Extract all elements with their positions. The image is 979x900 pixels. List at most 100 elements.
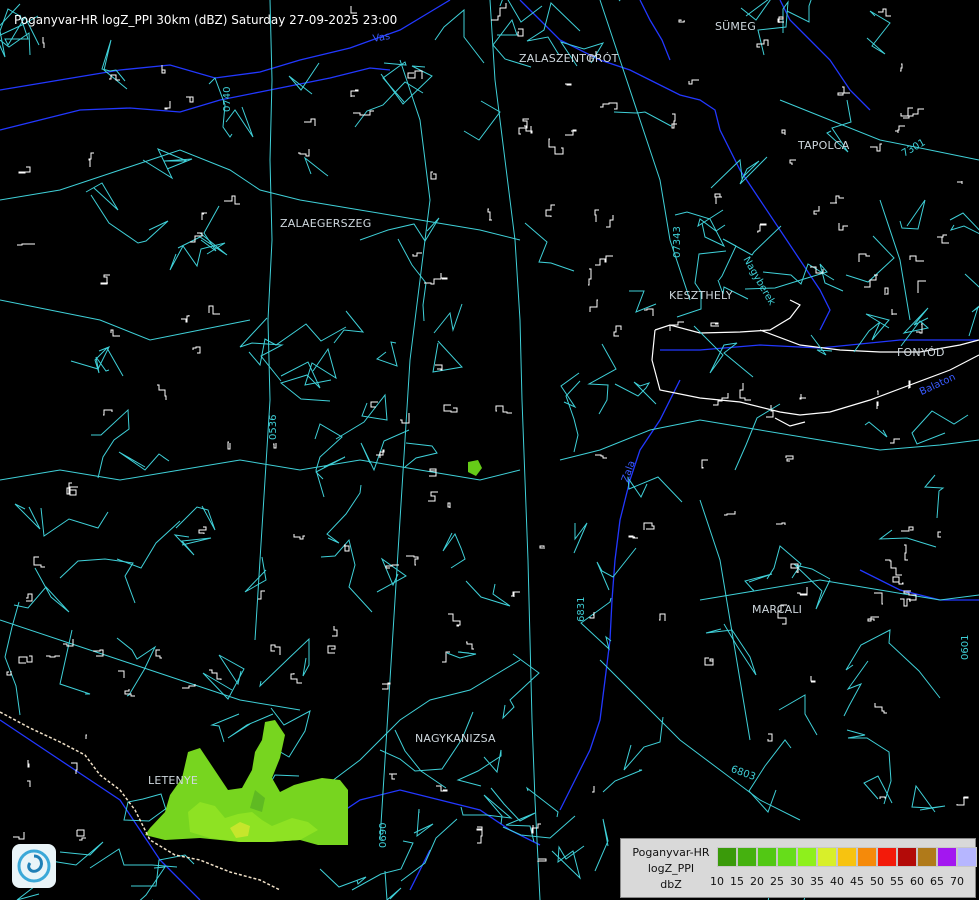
settlement-outline bbox=[198, 526, 207, 534]
settlement-outline bbox=[435, 364, 443, 371]
legend-swatch-25 bbox=[777, 847, 797, 867]
settlement-outline bbox=[100, 274, 110, 285]
color-scale-legend: Poganyvar-HR logZ_PPI dbZ 10 15 20 25 30 35 40… bbox=[620, 838, 977, 898]
minor-road bbox=[846, 729, 892, 805]
settlement-outline bbox=[155, 649, 162, 659]
legend-tick-25: 25 bbox=[770, 875, 784, 888]
settlement-outline bbox=[224, 195, 240, 205]
town-label-letenye: LETENYE bbox=[148, 774, 199, 787]
settlement-outline bbox=[901, 526, 914, 532]
minor-road bbox=[351, 840, 414, 891]
road-label-6831: 6831 bbox=[576, 596, 587, 622]
minor-road bbox=[376, 557, 407, 593]
legend-tick-15: 15 bbox=[730, 875, 744, 888]
minor-road bbox=[923, 474, 945, 519]
minor-road bbox=[878, 529, 937, 548]
settlement-outline bbox=[813, 206, 820, 215]
settlement-outline bbox=[701, 459, 708, 469]
minor-road bbox=[13, 567, 70, 613]
minor-road bbox=[853, 313, 890, 353]
minor-road bbox=[239, 317, 284, 382]
settlement-outline bbox=[201, 212, 207, 220]
settlement-outline bbox=[270, 644, 281, 655]
settlement-outline bbox=[885, 559, 902, 576]
settlement-outline bbox=[327, 645, 336, 654]
settlement-outline bbox=[412, 252, 422, 257]
road-segment bbox=[879, 199, 911, 321]
legend-tick-70: 70 bbox=[950, 875, 964, 888]
lake-balaton-outline bbox=[651, 299, 979, 427]
legend-swatch-20 bbox=[757, 847, 777, 867]
legend-swatch-50 bbox=[877, 847, 897, 867]
minor-road bbox=[380, 65, 433, 105]
settlement-outline bbox=[891, 309, 897, 315]
road-segment bbox=[559, 419, 979, 461]
minor-road bbox=[502, 815, 576, 839]
legend-tick-30: 30 bbox=[790, 875, 804, 888]
settlement-outline bbox=[103, 409, 113, 416]
settlement-outline bbox=[767, 733, 773, 742]
settlement-outline bbox=[876, 401, 879, 409]
minor-road bbox=[490, 787, 536, 843]
legend-swatch-15 bbox=[737, 847, 757, 867]
settlement-outline bbox=[110, 329, 120, 337]
settlement-outline bbox=[18, 166, 31, 174]
minor-road bbox=[573, 522, 588, 554]
settlement-outline bbox=[436, 785, 448, 792]
settlement-outline bbox=[18, 655, 33, 664]
minor-road bbox=[173, 534, 212, 556]
road-segment bbox=[0, 459, 521, 481]
minor-road bbox=[116, 520, 181, 569]
town-label-zalaszentgrot: ZALASZENTGRÓT bbox=[519, 52, 619, 65]
settlement-outline bbox=[88, 152, 94, 167]
settlement-outline bbox=[344, 544, 350, 552]
settlement-outline bbox=[810, 676, 816, 683]
settlement-outline bbox=[69, 486, 78, 496]
echo-small-cell bbox=[468, 460, 482, 476]
settlement-outline bbox=[524, 125, 533, 134]
minor-road bbox=[744, 573, 773, 591]
minor-road bbox=[375, 341, 398, 367]
radar-logo[interactable] bbox=[12, 844, 56, 888]
minor-road bbox=[845, 235, 895, 283]
legend-tick-55: 55 bbox=[890, 875, 904, 888]
minor-road bbox=[433, 303, 463, 334]
minor-road bbox=[101, 39, 128, 90]
road-label-0536: 0536 bbox=[268, 414, 279, 440]
minor-road bbox=[202, 654, 245, 700]
minor-road bbox=[863, 775, 893, 804]
settlement-outline bbox=[714, 193, 722, 204]
settlement-outline bbox=[671, 113, 677, 129]
legend-product: logZ_PPI bbox=[647, 862, 695, 875]
minor-road bbox=[91, 408, 130, 479]
settlement-outline bbox=[400, 413, 410, 424]
settlement-outline bbox=[350, 89, 359, 97]
road-label-0601: 0601 bbox=[960, 634, 971, 660]
settlement-outline bbox=[290, 673, 302, 684]
minor-road bbox=[404, 442, 438, 468]
minor-road bbox=[502, 653, 540, 720]
legend-swatch-65 bbox=[937, 847, 957, 867]
settlement-outline bbox=[838, 223, 848, 231]
minor-road bbox=[175, 505, 216, 531]
legend-tick-40: 40 bbox=[830, 875, 844, 888]
map-canvas[interactable] bbox=[0, 0, 979, 900]
road-segment bbox=[254, 0, 273, 641]
minor-road bbox=[303, 156, 329, 177]
settlement-outline bbox=[157, 384, 167, 400]
radar-echoes bbox=[145, 460, 482, 845]
settlement-outline bbox=[353, 110, 374, 116]
legend-swatch-30 bbox=[797, 847, 817, 867]
settlement-outline bbox=[937, 234, 949, 244]
radar-map-view[interactable]: Poganyvar-HR logZ_PPI 30km (dBZ) Saturda… bbox=[0, 0, 979, 900]
settlement-outline bbox=[781, 129, 786, 135]
settlement-outline bbox=[298, 149, 310, 157]
minor-road bbox=[463, 100, 501, 141]
settlement-outline bbox=[867, 616, 879, 622]
minor-road bbox=[524, 222, 575, 272]
settlement-outline bbox=[448, 613, 461, 627]
settlement-outline bbox=[477, 830, 483, 844]
settlement-outline bbox=[588, 268, 592, 286]
settlement-outline bbox=[466, 641, 474, 650]
settlement-outline bbox=[830, 195, 844, 204]
